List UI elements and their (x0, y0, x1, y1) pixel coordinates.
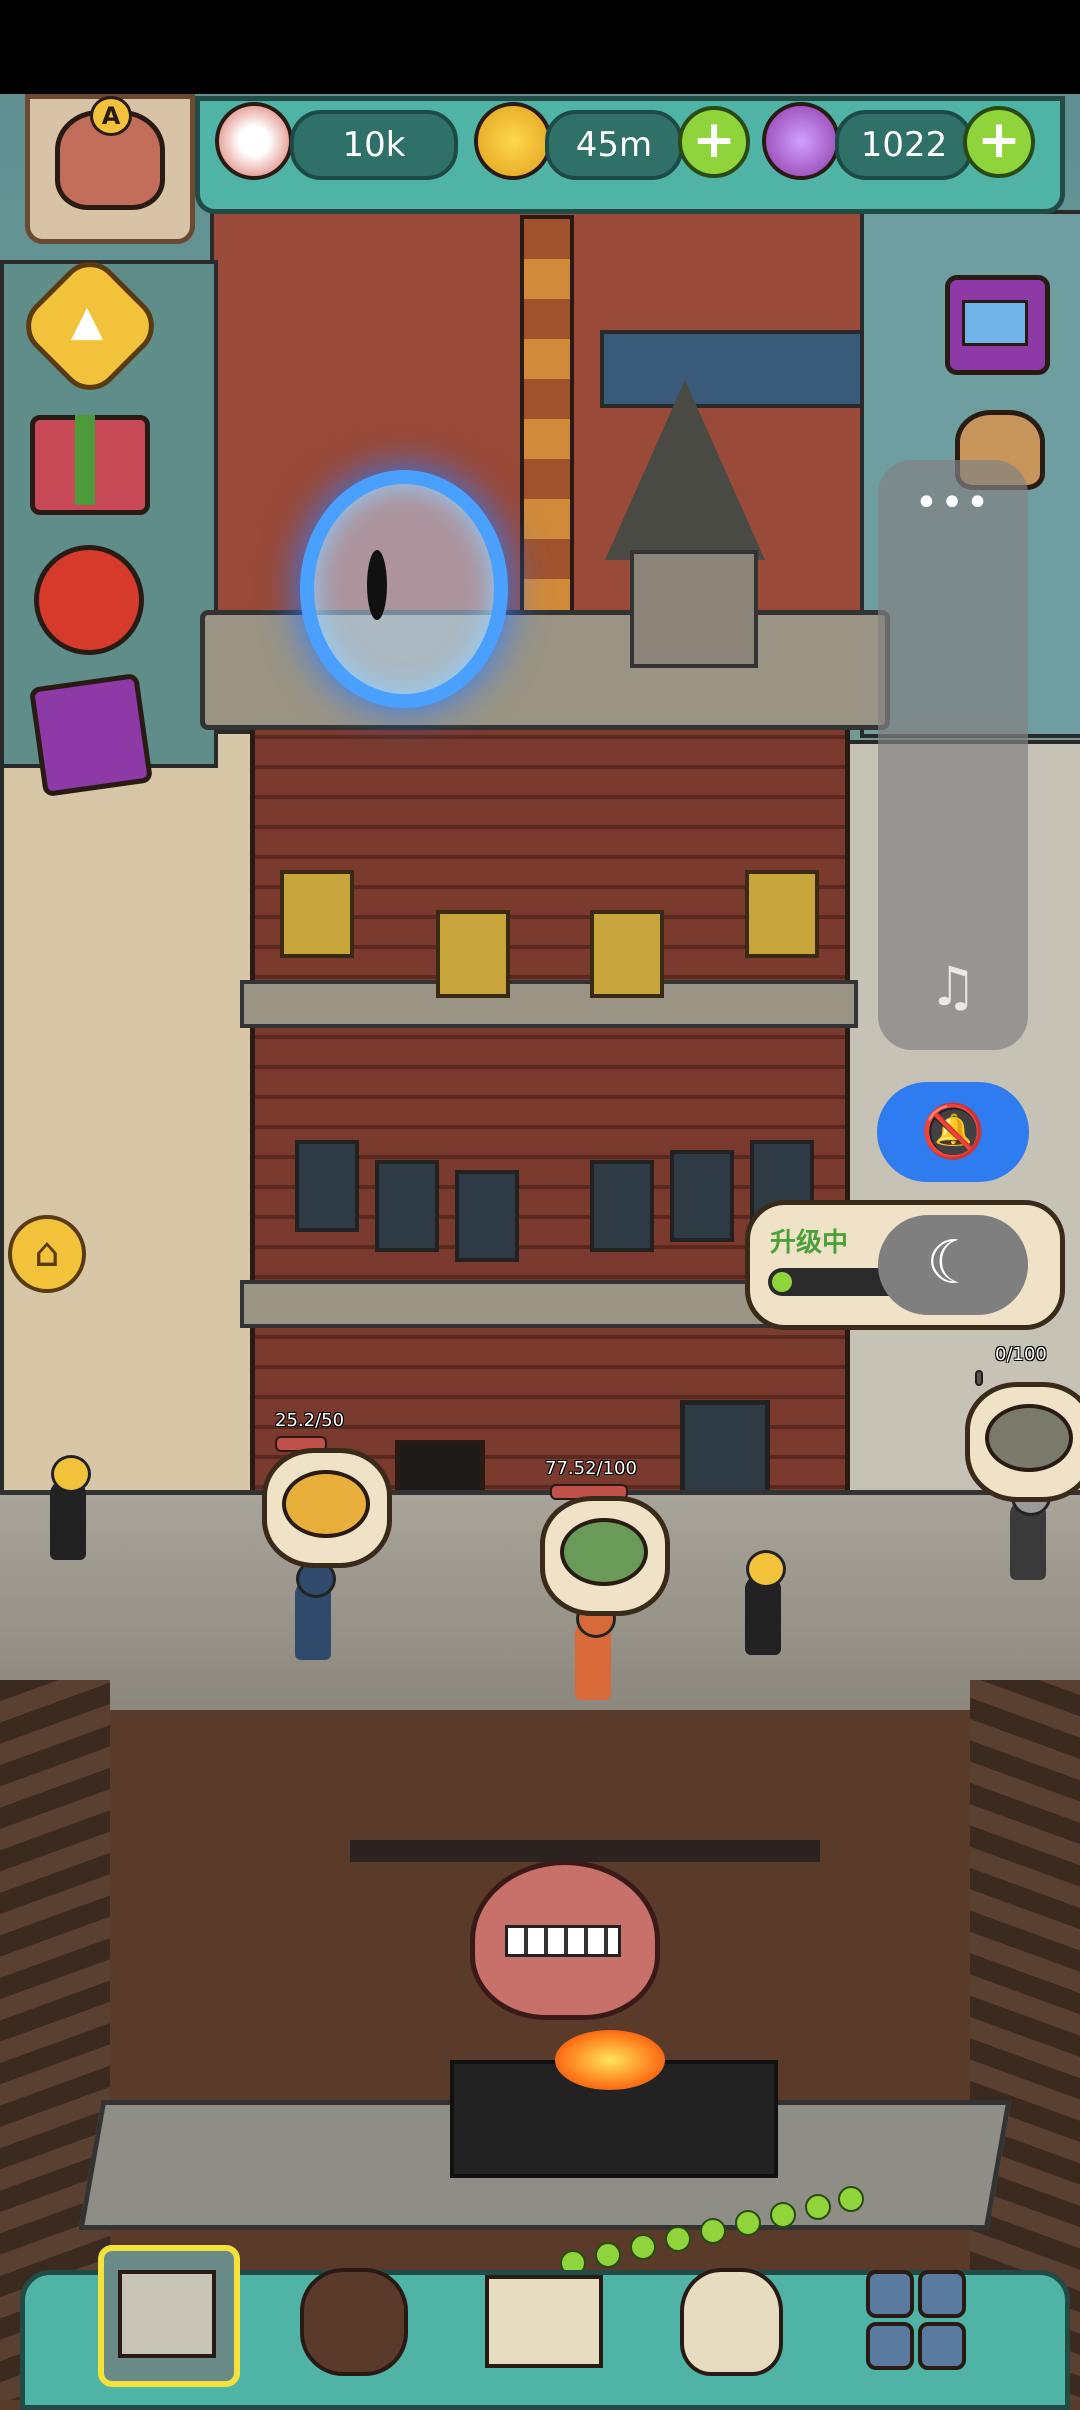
more-options-icon[interactable]: ••• (878, 480, 1028, 540)
mute-notifications-button[interactable]: 🔕 (877, 1082, 1029, 1182)
eyeball-icon (215, 102, 293, 180)
tower-banner (590, 910, 664, 998)
potion-icon (762, 102, 840, 180)
totem-pole (520, 215, 574, 643)
witch-hut-roof (605, 380, 765, 560)
eyeball-count: 10k (290, 110, 458, 180)
blue-portal[interactable] (300, 470, 508, 708)
tower-window (455, 1170, 519, 1262)
upgrade-label: 升级中 (770, 1228, 849, 1258)
grid-icon (918, 2270, 966, 2318)
left-building (0, 730, 258, 1538)
tower-banner (280, 870, 354, 958)
portal-eye (367, 550, 387, 620)
home-button[interactable]: ⌂ (8, 1215, 86, 1293)
progress-dot (665, 2226, 691, 2252)
tower-window (590, 1160, 654, 1252)
shop-health-label: 77.52/100 (545, 1458, 637, 1479)
progress-dot (700, 2218, 726, 2244)
upgrade-progress-fill (772, 1272, 792, 1292)
tower-ledge (240, 980, 858, 1028)
potion-count: 1022 (835, 110, 973, 180)
tower-banner (436, 910, 510, 998)
progress-dot (805, 2194, 831, 2220)
tower-roof (200, 610, 890, 730)
progress-dot (630, 2234, 656, 2260)
progress-dot (770, 2202, 796, 2228)
grid-icon (866, 2322, 914, 2370)
nav-recipe-book-button[interactable] (485, 2275, 603, 2368)
progress-dot (735, 2210, 761, 2236)
street (0, 1490, 1080, 1725)
card-collection-button[interactable] (28, 672, 154, 798)
avatar-rank-badge: A (90, 96, 132, 136)
octopus-teeth (505, 1925, 621, 1957)
tower-window (295, 1140, 359, 1232)
fruit-bonus-button[interactable] (34, 545, 144, 655)
progress-dot (838, 2186, 864, 2212)
tower-window (670, 1150, 734, 1242)
gift-ribbon (75, 415, 95, 505)
shop-health-bar (975, 1370, 983, 1386)
nav-menu-button[interactable] (918, 2322, 966, 2370)
building-icon (118, 2270, 216, 2358)
coin-count: 45m (545, 110, 683, 180)
progress-dot (595, 2242, 621, 2268)
shop-health-label: 25.2/50 (275, 1410, 345, 1431)
nav-money-bag-button[interactable] (680, 2268, 783, 2376)
add-coins-button[interactable]: + (678, 106, 750, 178)
tower-banner (745, 870, 819, 958)
add-potions-button[interactable]: + (963, 106, 1035, 178)
character-head (746, 1550, 786, 1588)
stove-fire (555, 2030, 665, 2090)
kitchen-shelf (350, 1840, 820, 1862)
status-bar (0, 0, 1080, 94)
night-mode-button[interactable]: ☾ (878, 1215, 1028, 1315)
dish-icon (985, 1404, 1073, 1472)
dish-icon (282, 1470, 370, 1538)
witch-hut[interactable] (630, 550, 758, 668)
nav-monster-button[interactable] (300, 2268, 408, 2376)
character-head (51, 1455, 91, 1493)
shop-health-label: 0/100 (995, 1344, 1047, 1365)
grid-icon (866, 2270, 914, 2318)
dish-icon (560, 1518, 648, 1586)
coin-icon (474, 102, 552, 180)
music-off-icon[interactable]: ♫ (918, 955, 988, 1025)
tower-window (375, 1160, 439, 1252)
up-arrow-icon: ▲ (70, 296, 104, 345)
tv-screen-icon (962, 300, 1028, 346)
